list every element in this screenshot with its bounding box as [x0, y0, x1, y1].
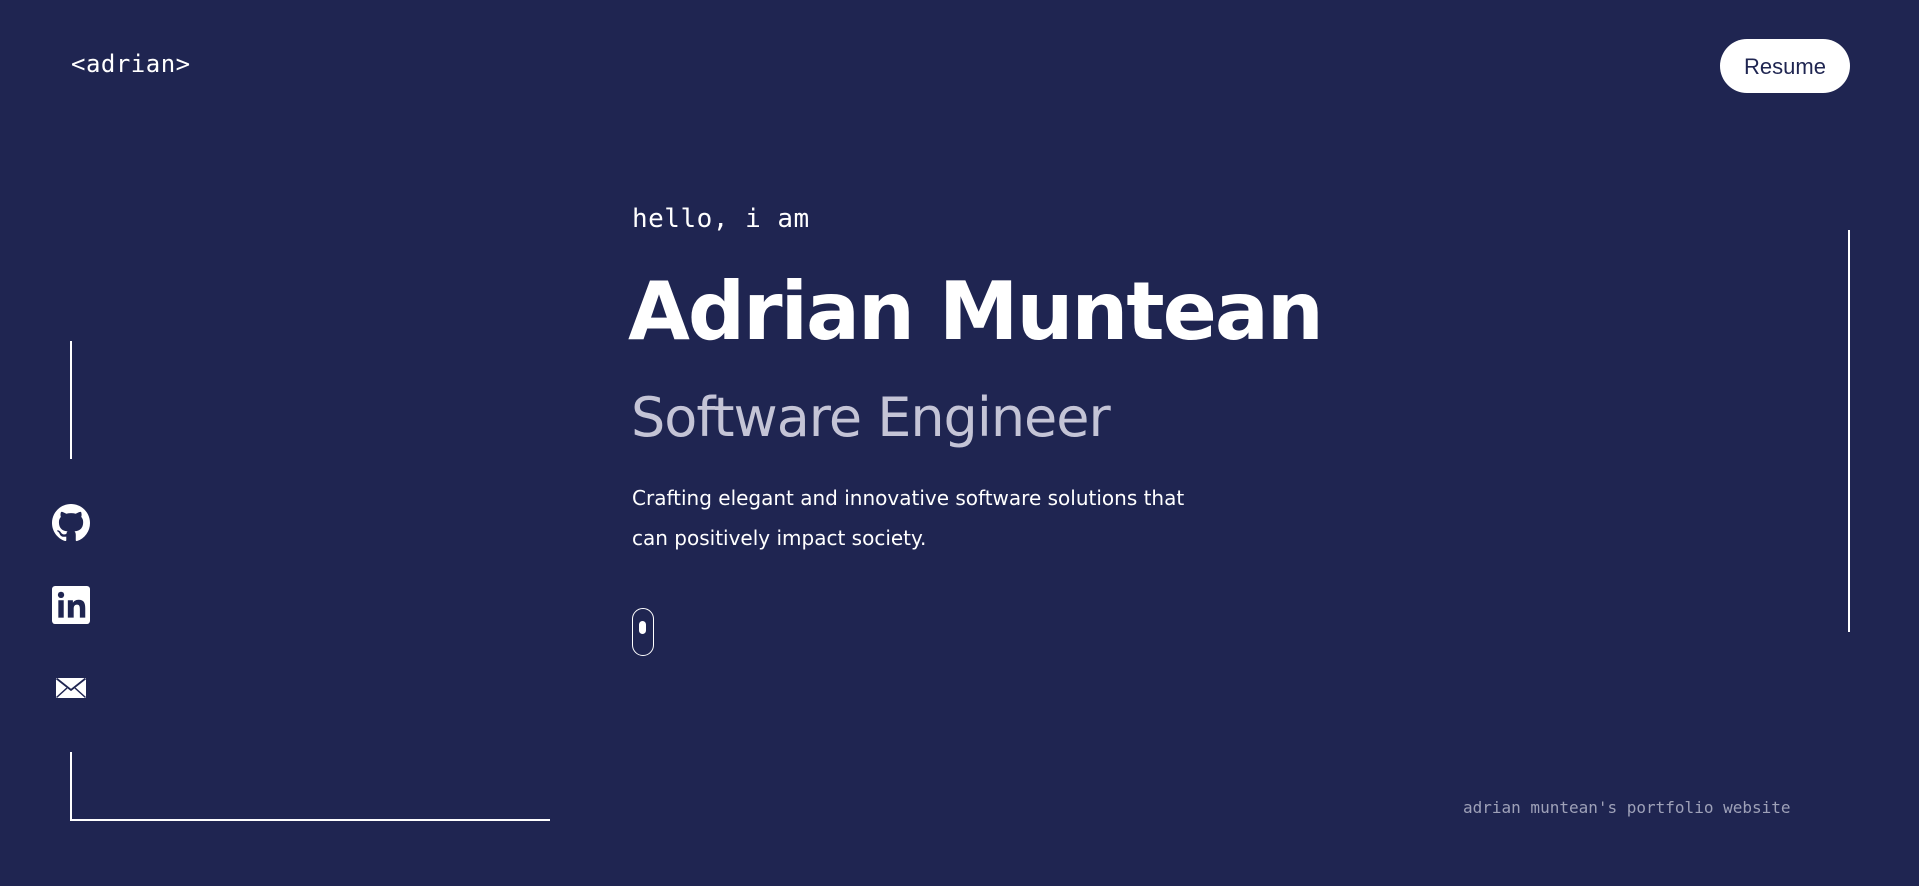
hero-greeting: hello, i am [632, 204, 810, 234]
github-icon [52, 504, 90, 542]
site-logo[interactable]: <adrian> [71, 50, 191, 78]
hero-name: Adrian Muntean [628, 265, 1324, 358]
hero-tagline: Crafting elegant and innovative software… [632, 486, 1185, 550]
resume-button[interactable]: Resume [1720, 39, 1850, 93]
left-divider-top [70, 341, 72, 459]
mail-icon [55, 677, 87, 699]
scroll-wheel [639, 621, 646, 634]
linkedin-link[interactable] [50, 584, 92, 626]
portfolio-page: <adrian> Resume hello, i am Adrian Munte… [0, 0, 1919, 886]
linkedin-icon [52, 586, 90, 624]
left-divider-bottom-horizontal [70, 819, 550, 821]
right-divider [1848, 230, 1850, 632]
footer-note: adrian muntean's portfolio website [1463, 798, 1791, 817]
email-link[interactable] [50, 667, 92, 709]
hero-role: Software Engineer [631, 386, 1111, 449]
left-divider-bottom-vertical [70, 752, 72, 821]
github-link[interactable] [50, 502, 92, 544]
scroll-down-icon[interactable] [632, 608, 654, 656]
